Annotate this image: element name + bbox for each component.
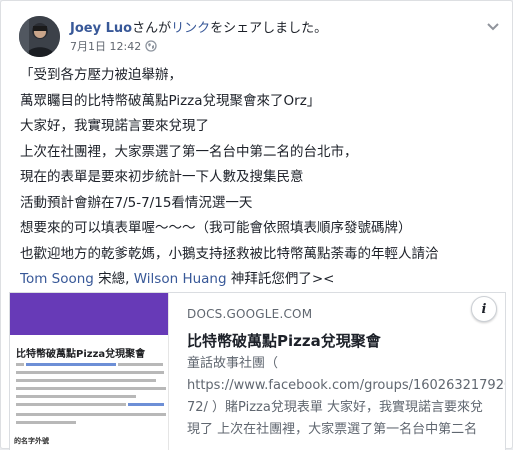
post-meta: 7月1日 12:42 xyxy=(70,38,157,54)
mention-wilson-huang[interactable]: Wilson Huang xyxy=(134,271,227,287)
link-preview[interactable]: 比特幣破萬點Pizza兌現聚會 的名字外號 DOCS.GOOGLE.COM 比特… xyxy=(9,292,506,450)
post-timestamp[interactable]: 7月1日 12:42 xyxy=(70,38,141,54)
avatar[interactable] xyxy=(19,16,60,57)
action-prefix: さんが xyxy=(132,21,172,36)
post-header: Joey Luoさんがリンクをシェアしました。 xyxy=(70,17,327,36)
post-card: Joey Luoさんがリンクをシェアしました。 7月1日 12:42 「受到各方… xyxy=(0,0,513,450)
post-line: 「受到各方壓力被迫舉辦， xyxy=(20,67,182,83)
post-line: 萬眾矚目的比特幣破萬點Pizza兌現聚會來了Orz」 xyxy=(20,92,321,109)
mention-text: 宋總, xyxy=(93,271,134,287)
description-line: 72/ ）賭Pizza兌現表單 大家好，我實現諾言要來兌 xyxy=(187,400,483,415)
action-suffix: をシェアしました。 xyxy=(210,21,328,36)
mention-tom-soong[interactable]: Tom Soong xyxy=(20,271,94,287)
description-line: https://www.facebook.com/groups/16026321… xyxy=(187,378,505,393)
post-line: 大家好，我實現諾言要來兌現了 xyxy=(20,118,209,134)
post-line: 活動預計會辦在7/5-7/15看情況選一天 xyxy=(20,194,253,211)
info-icon[interactable]: i xyxy=(471,296,497,322)
description-line: 現了 上次在社團裡，大家票選了第一名台中第二名 xyxy=(187,422,478,437)
thumbnail-footer: 的名字外號 xyxy=(14,437,49,445)
author-name[interactable]: Joey Luo xyxy=(70,21,132,36)
form-header-band xyxy=(10,293,168,335)
post-line-mentions: Tom Soong 宋總, Wilson Huang 神拜託您們了>< xyxy=(20,267,500,293)
chevron-down-icon[interactable] xyxy=(486,17,500,31)
post-line: 上次在社團裡，大家票選了第一名台中第二名的台北市， xyxy=(20,143,358,160)
globe-icon xyxy=(145,40,157,52)
preview-description: 童話故事社團（ https://www.facebook.com/groups/… xyxy=(187,353,505,441)
post-line: 現在的表單是要來初步統計一下人數及搜集民意 xyxy=(20,169,304,185)
shared-link[interactable]: リンク xyxy=(171,21,210,36)
thumbnail-title: 比特幣破萬點Pizza兌現聚會 xyxy=(16,349,146,360)
post-line: 想要來的可以填表單喔～～～（我可能會依照填表順序發號碼牌） xyxy=(20,220,412,236)
mention-text: 神拜託您們了>< xyxy=(226,271,335,287)
preview-thumbnail[interactable]: 比特幣破萬點Pizza兌現聚會 的名字外號 xyxy=(10,293,169,450)
description-line: 童話故事社團（ xyxy=(187,356,279,371)
preview-domain: DOCS.GOOGLE.COM xyxy=(187,307,313,321)
post-body: 「受到各方壓力被迫舉辦， 萬眾矚目的比特幣破萬點Pizza兌現聚會來了Orz」 … xyxy=(20,63,500,293)
preview-title[interactable]: 比特幣破萬點Pizza兌現聚會 xyxy=(187,330,381,351)
post-line: 也歡迎地方的乾爹乾媽，小鵝支持拯救被比特幣萬點荼毒的年輕人請洽 xyxy=(20,245,439,262)
